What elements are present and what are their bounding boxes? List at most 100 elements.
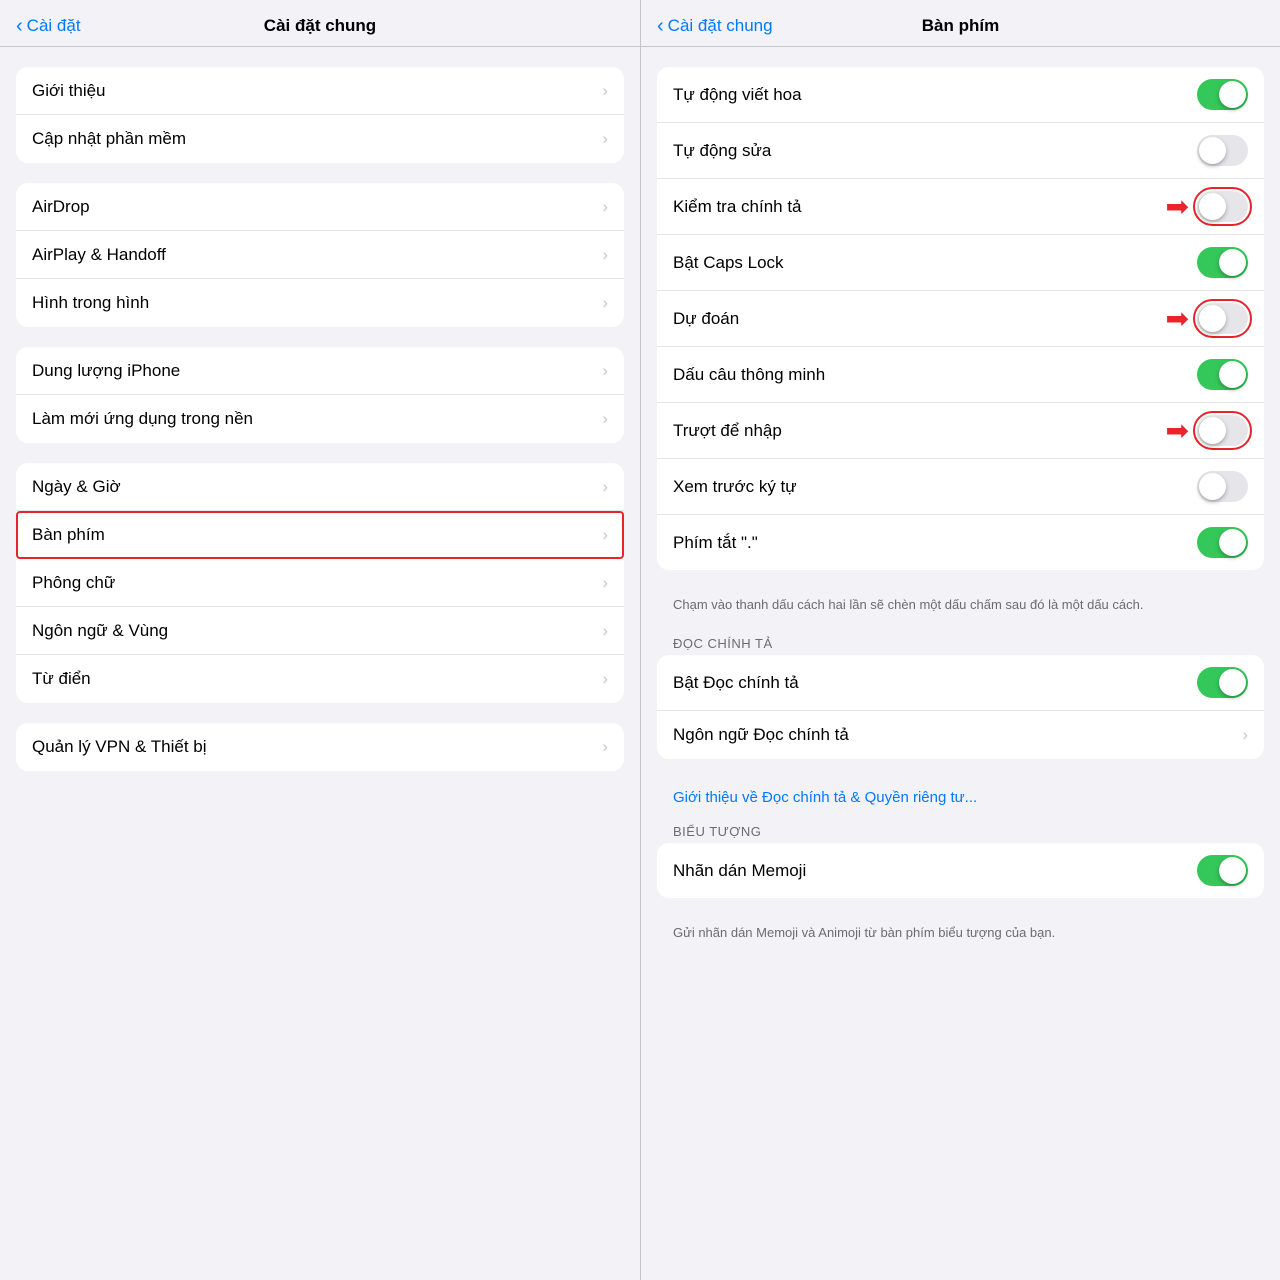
label-bat-doc-chinh-ta: Bật Đọc chính tả bbox=[673, 673, 1197, 693]
toggle-nhan-dan-memoji[interactable] bbox=[1197, 855, 1248, 886]
left-panel: ‹ Cài đặt Cài đặt chung Giới thiệu › Cập… bbox=[0, 0, 640, 1280]
row-phong-chu[interactable]: Phông chữ › bbox=[16, 559, 624, 607]
label-bat-caps-lock: Bật Caps Lock bbox=[673, 253, 1197, 273]
toggle-tu-dong-viet-hoa[interactable] bbox=[1197, 79, 1248, 110]
left-back-label: Cài đặt bbox=[27, 16, 81, 36]
chevron-ngon-ngu-doc-icon: › bbox=[1242, 725, 1248, 745]
row-airdrop[interactable]: AirDrop › bbox=[16, 183, 624, 231]
chevron-hinh-trong-hinh-icon: › bbox=[602, 293, 608, 313]
row-dung-luong[interactable]: Dung lượng iPhone › bbox=[16, 347, 624, 395]
label-dau-cau-thong-minh: Dấu câu thông minh bbox=[673, 365, 1197, 385]
label-hinh-trong-hinh: Hình trong hình bbox=[32, 293, 594, 313]
toggle-xem-truoc-ky-tu[interactable] bbox=[1197, 471, 1248, 502]
row-tu-dong-viet-hoa: Tự động viết hoa bbox=[657, 67, 1264, 123]
right-header: ‹ Cài đặt chung Bàn phím bbox=[641, 0, 1280, 47]
left-group-5: Quản lý VPN & Thiết bị › bbox=[16, 723, 624, 771]
toggle-knob bbox=[1199, 137, 1226, 164]
row-bat-caps-lock: Bật Caps Lock bbox=[657, 235, 1264, 291]
row-phim-tat: Phím tắt "." bbox=[657, 515, 1264, 570]
label-airplay: AirPlay & Handoff bbox=[32, 245, 594, 265]
right-back-chevron-icon: ‹ bbox=[657, 15, 664, 38]
toggle-dau-cau-thong-minh[interactable] bbox=[1197, 359, 1248, 390]
row-ban-phim[interactable]: Bàn phím › bbox=[16, 511, 624, 559]
row-ngay-gio[interactable]: Ngày & Giờ › bbox=[16, 463, 624, 511]
left-back-button[interactable]: ‹ Cài đặt bbox=[16, 15, 81, 38]
toggle-knob bbox=[1199, 473, 1226, 500]
chevron-gioi-thieu-icon: › bbox=[602, 81, 608, 101]
row-xem-truoc-ky-tu: Xem trước ký tự bbox=[657, 459, 1264, 515]
chevron-ngay-gio-icon: › bbox=[602, 477, 608, 497]
toggle-phim-tat[interactable] bbox=[1197, 527, 1248, 558]
toggle-knob bbox=[1199, 417, 1226, 444]
label-ngon-ngu-doc: Ngôn ngữ Đọc chính tả bbox=[673, 725, 1234, 745]
toggle-knob bbox=[1219, 529, 1246, 556]
right-header-title: Bàn phím bbox=[922, 16, 999, 36]
row-airplay[interactable]: AirPlay & Handoff › bbox=[16, 231, 624, 279]
toggle-knob bbox=[1219, 249, 1246, 276]
left-header-title: Cài đặt chung bbox=[264, 16, 376, 36]
row-cap-nhat[interactable]: Cập nhật phần mềm › bbox=[16, 115, 624, 163]
toggle-bat-doc-chinh-ta[interactable] bbox=[1197, 667, 1248, 698]
right-back-button[interactable]: ‹ Cài đặt chung bbox=[657, 15, 773, 38]
label-phim-tat: Phím tắt "." bbox=[673, 533, 1197, 553]
label-lam-moi: Làm mới ứng dụng trong nền bbox=[32, 409, 594, 429]
right-scroll-content: Tự động viết hoa Tự động sửa Kiểm tra ch… bbox=[641, 47, 1280, 1280]
chevron-airplay-icon: › bbox=[602, 245, 608, 265]
toggle-knob bbox=[1219, 857, 1246, 884]
toggle-knob bbox=[1219, 361, 1246, 388]
left-group-1: Giới thiệu › Cập nhật phần mềm › bbox=[16, 67, 624, 163]
chevron-tu-dien-icon: › bbox=[602, 669, 608, 689]
row-tu-dien[interactable]: Từ điển › bbox=[16, 655, 624, 703]
label-ngay-gio: Ngày & Giờ bbox=[32, 477, 594, 497]
toggle-bat-caps-lock[interactable] bbox=[1197, 247, 1248, 278]
toggle-knob bbox=[1219, 81, 1246, 108]
row-hinh-trong-hinh[interactable]: Hình trong hình › bbox=[16, 279, 624, 327]
toggle-du-doan[interactable] bbox=[1197, 303, 1248, 334]
row-gioi-thieu[interactable]: Giới thiệu › bbox=[16, 67, 624, 115]
row-quan-ly-vpn[interactable]: Quản lý VPN & Thiết bị › bbox=[16, 723, 624, 771]
label-tu-dong-sua: Tự động sửa bbox=[673, 141, 1197, 161]
label-nhan-dan-memoji: Nhãn dán Memoji bbox=[673, 861, 1197, 881]
row-du-doan: Dự đoán ➡ bbox=[657, 291, 1264, 347]
left-scroll-content: Giới thiệu › Cập nhật phần mềm › AirDrop… bbox=[0, 47, 640, 1280]
chevron-ban-phim-icon: › bbox=[602, 525, 608, 545]
label-ngon-ngu: Ngôn ngữ & Vùng bbox=[32, 621, 594, 641]
chevron-dung-luong-icon: › bbox=[602, 361, 608, 381]
label-du-doan: Dự đoán bbox=[673, 309, 1166, 329]
arrow-du-doan-icon: ➡ bbox=[1166, 305, 1189, 333]
label-airdrop: AirDrop bbox=[32, 197, 594, 217]
right-main-group: Tự động viết hoa Tự động sửa Kiểm tra ch… bbox=[657, 67, 1264, 570]
row-bat-doc-chinh-ta: Bật Đọc chính tả bbox=[657, 655, 1264, 711]
chevron-quan-ly-vpn-icon: › bbox=[602, 737, 608, 757]
toggle-knob bbox=[1199, 193, 1226, 220]
row-ngon-ngu-doc[interactable]: Ngôn ngữ Đọc chính tả › bbox=[657, 711, 1264, 759]
doc-chinh-ta-section-header: ĐỌC CHÍNH TẢ bbox=[657, 628, 1264, 655]
right-panel: ‹ Cài đặt chung Bàn phím Tự động viết ho… bbox=[640, 0, 1280, 1280]
back-chevron-icon: ‹ bbox=[16, 15, 23, 38]
chevron-ngon-ngu-icon: › bbox=[602, 621, 608, 641]
toggle-tu-dong-sua[interactable] bbox=[1197, 135, 1248, 166]
left-group-3: Dung lượng iPhone › Làm mới ứng dụng tro… bbox=[16, 347, 624, 443]
row-lam-moi[interactable]: Làm mới ứng dụng trong nền › bbox=[16, 395, 624, 443]
doc-chinh-ta-link[interactable]: Giới thiệu về Đọc chính tả & Quyền riêng… bbox=[657, 779, 1264, 816]
bieu-tuong-footer: Gửi nhãn dán Memoji và Animoji từ bàn ph… bbox=[657, 918, 1264, 956]
toggle-truot-de-nhap[interactable] bbox=[1197, 415, 1248, 446]
bieu-tuong-section-header: BIỂU TƯỢNG bbox=[657, 816, 1264, 843]
toggle-knob bbox=[1219, 669, 1246, 696]
left-header: ‹ Cài đặt Cài đặt chung bbox=[0, 0, 640, 47]
chevron-airdrop-icon: › bbox=[602, 197, 608, 217]
chevron-phong-chu-icon: › bbox=[602, 573, 608, 593]
label-phong-chu: Phông chữ bbox=[32, 573, 594, 593]
chevron-cap-nhat-icon: › bbox=[602, 129, 608, 149]
label-gioi-thieu: Giới thiệu bbox=[32, 81, 594, 101]
toggle-kiem-tra-chinh-ta[interactable] bbox=[1197, 191, 1248, 222]
label-tu-dien: Từ điển bbox=[32, 669, 594, 689]
left-group-2: AirDrop › AirPlay & Handoff › Hình trong… bbox=[16, 183, 624, 327]
row-dau-cau-thong-minh: Dấu câu thông minh bbox=[657, 347, 1264, 403]
toggle-knob bbox=[1199, 305, 1226, 332]
label-tu-dong-viet-hoa: Tự động viết hoa bbox=[673, 85, 1197, 105]
label-quan-ly-vpn: Quản lý VPN & Thiết bị bbox=[32, 737, 594, 757]
row-ngon-ngu[interactable]: Ngôn ngữ & Vùng › bbox=[16, 607, 624, 655]
row-tu-dong-sua: Tự động sửa bbox=[657, 123, 1264, 179]
row-truot-de-nhap: Trượt để nhập ➡ bbox=[657, 403, 1264, 459]
